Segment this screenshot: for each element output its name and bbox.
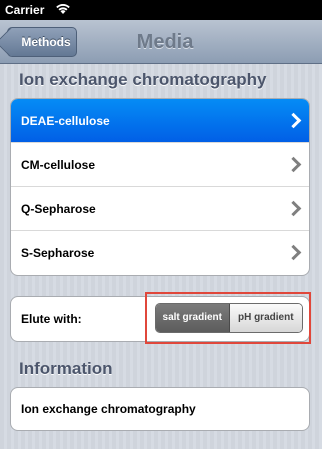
media-item-q-sepharose[interactable]: Q-Sepharose [11,187,309,231]
media-item-cm-cellulose[interactable]: CM-cellulose [11,143,309,187]
status-bar: Carrier [0,0,322,20]
highlight-box [145,292,311,344]
media-section-header: Ion exchange chromatography [19,70,267,89]
media-list: DEAE-cellulose CM-cellulose Q-Sepharose … [10,98,310,276]
media-item-label: Q-Sepharose [21,202,96,216]
wifi-icon [55,2,71,19]
page-title: Media [136,31,194,53]
information-section-header: Information [19,359,113,378]
media-item-label: DEAE-cellulose [21,114,110,128]
media-item-deae-cellulose[interactable]: DEAE-cellulose [11,99,309,143]
media-item-s-sepharose[interactable]: S-Sepharose [11,231,309,275]
media-item-label: S-Sepharose [21,246,95,260]
chevron-right-icon [285,156,302,173]
chevron-right-icon [285,244,302,261]
information-box: Ion exchange chromatography [10,387,310,431]
media-item-label: CM-cellulose [21,158,96,172]
chevron-right-icon [285,112,302,129]
information-text: Ion exchange chromatography [21,402,196,416]
elute-label: Elute with: [21,312,82,326]
carrier-label: Carrier [5,3,45,17]
chevron-right-icon [285,200,302,217]
